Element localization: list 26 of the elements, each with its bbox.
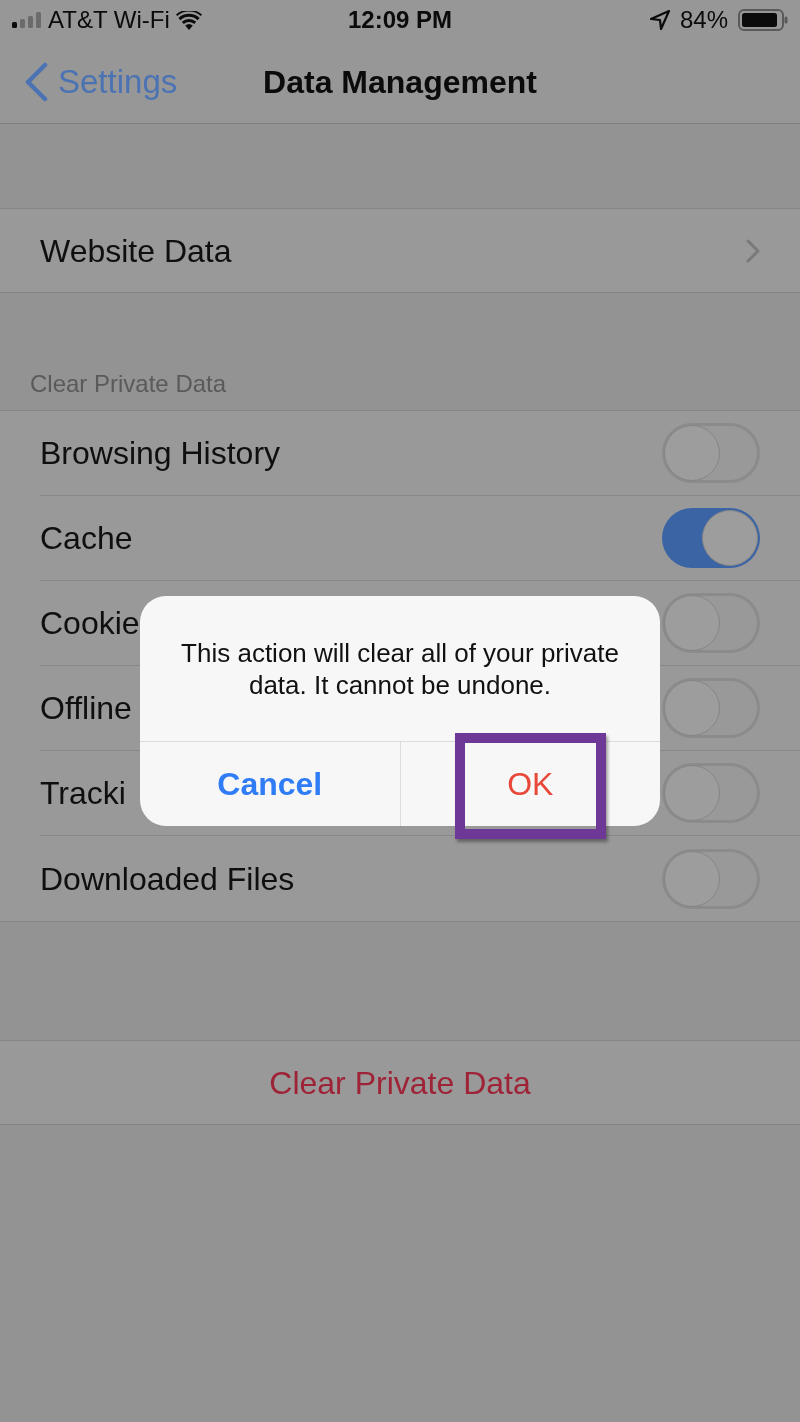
cancel-button[interactable]: Cancel	[140, 742, 400, 826]
alert-message: This action will clear all of your private data. It cannot be undone.	[180, 636, 620, 701]
toggle-switch[interactable]	[662, 508, 760, 568]
row-label: Offline	[40, 692, 132, 724]
carrier-text: AT&T Wi-Fi	[48, 8, 170, 32]
row-label: Cookie	[40, 607, 140, 639]
row-label: Tracki	[40, 777, 126, 809]
back-chevron-icon	[24, 61, 48, 102]
toggle-switch[interactable]	[662, 593, 760, 653]
signal-bars-icon	[12, 12, 42, 28]
chevron-right-icon	[746, 238, 760, 263]
toggle-switch[interactable]	[662, 763, 760, 823]
website-data-row[interactable]: Website Data	[0, 208, 800, 293]
row-label: Downloaded Files	[40, 862, 295, 895]
wifi-icon	[175, 10, 202, 30]
toggle-switch[interactable]	[662, 678, 760, 738]
clock-time: 12:09 PM	[347, 8, 453, 32]
row-label: Browsing History	[40, 437, 281, 469]
row-label: Cache	[40, 522, 133, 554]
row-label: Website Data	[40, 234, 232, 267]
clear-private-data-button[interactable]: Clear Private Data	[265, 1058, 535, 1107]
battery-icon	[738, 9, 788, 31]
location-arrow-icon	[649, 10, 670, 30]
page-title: Data Management	[263, 65, 537, 98]
section-header: Clear Private Data	[30, 372, 227, 396]
battery-percent: 84%	[679, 8, 728, 32]
